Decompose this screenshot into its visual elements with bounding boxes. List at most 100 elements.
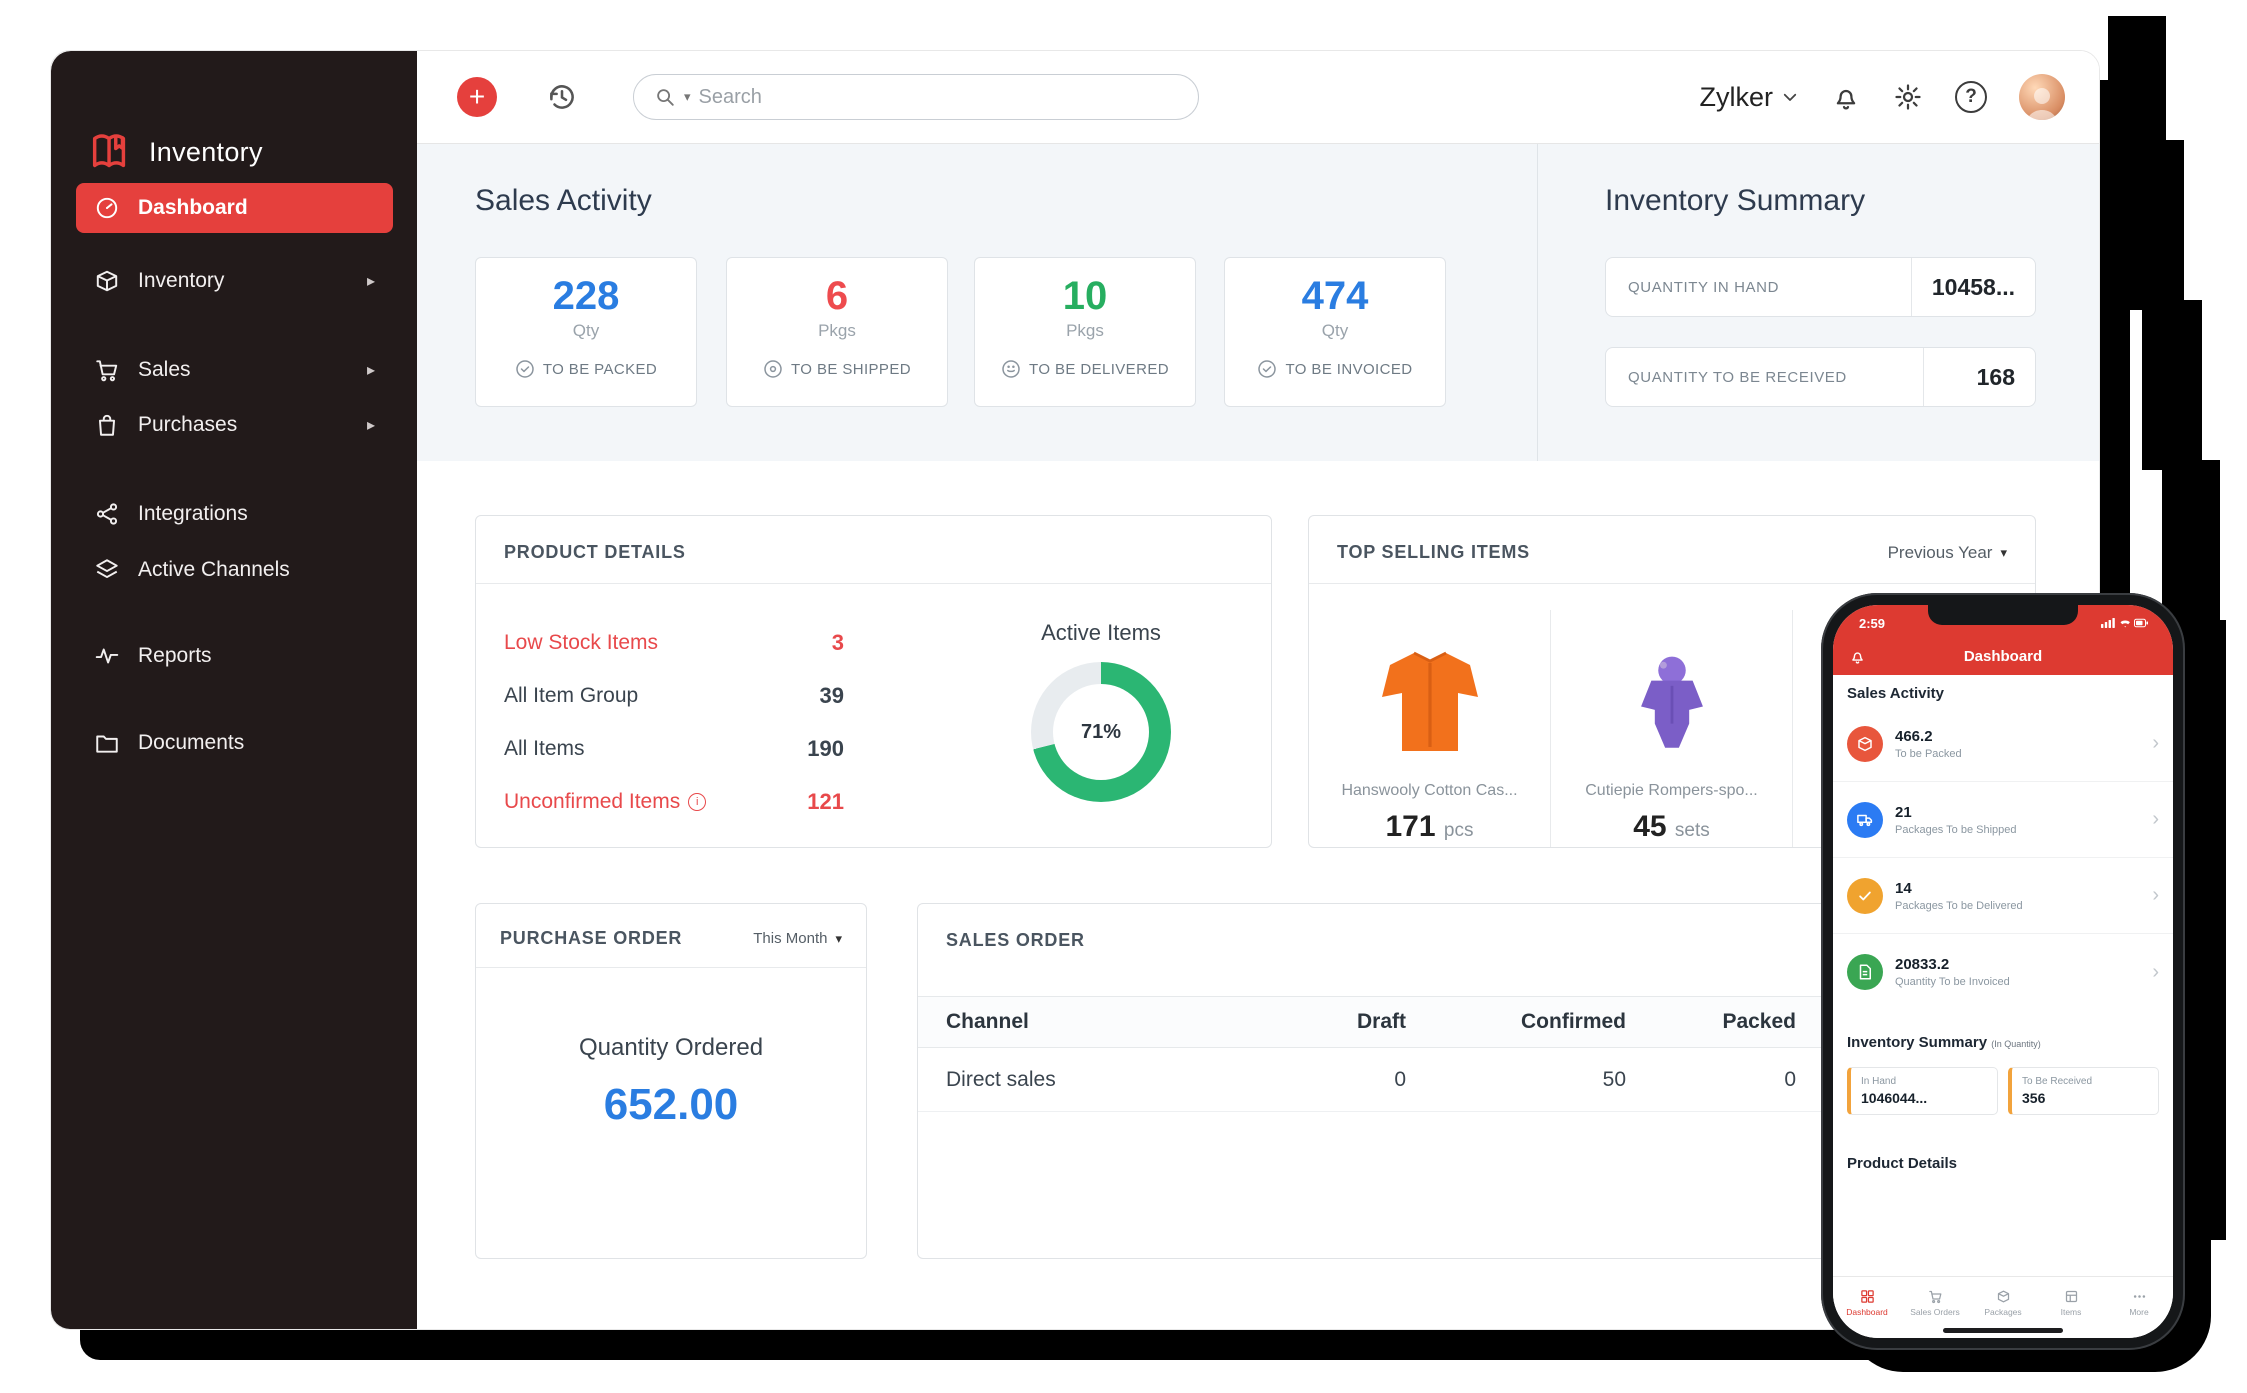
phone-summary-title-text: Inventory Summary [1847, 1034, 1987, 1051]
quantity-in-hand-row[interactable]: QUANTITY IN HAND 10458... [1605, 257, 2036, 317]
check-icon [1847, 878, 1883, 914]
sidebar-item-label: Sales [138, 358, 191, 382]
sidebar-item-integrations[interactable]: Integrations [76, 489, 393, 539]
cell-packed: 0 [1626, 1068, 1796, 1092]
quantity-in-hand-value: 10458... [1911, 258, 2035, 316]
package-icon [1847, 726, 1883, 762]
sales-activity-title: Sales Activity [475, 184, 652, 218]
unconfirmed-items-row[interactable]: Unconfirmed Items i 121 [504, 775, 844, 828]
all-items-value: 190 [807, 736, 844, 762]
top-selling-item[interactable]: Hanswooly Cotton Cas... 171 pcs [1309, 610, 1551, 847]
top-selling-filter[interactable]: Previous Year ▾ [1888, 543, 2007, 563]
item-group-row[interactable]: All Item Group 39 [504, 669, 844, 722]
sidebar-item-label: Reports [138, 644, 212, 668]
active-items-percent: 71% [1031, 662, 1171, 802]
caret-down-icon: ▾ [2000, 545, 2007, 561]
to-be-packed-label: TO BE PACKED [543, 361, 657, 378]
grid-icon [1860, 1289, 1875, 1304]
phone-tab-sales-orders[interactable]: Sales Orders [1901, 1277, 1969, 1328]
to-be-delivered-card[interactable]: 10 Pkgs TO BE DELIVERED [974, 257, 1196, 407]
sidebar-item-label: Active Channels [138, 558, 290, 582]
sidebar-item-sales[interactable]: Sales ▸ [76, 345, 393, 395]
phone-tab-packages[interactable]: Packages [1969, 1277, 2037, 1328]
phone-tab-label: Items [2061, 1307, 2082, 1317]
phone-tab-dashboard[interactable]: Dashboard [1833, 1277, 1901, 1328]
search-input[interactable] [699, 86, 1178, 109]
phone-delivered-label: Packages To be Delivered [1895, 900, 2023, 912]
phone-notch [1928, 605, 2078, 625]
product-unit: pcs [1444, 820, 1474, 841]
gear-icon[interactable] [1893, 82, 1923, 112]
col-draft: Draft [1246, 1010, 1406, 1034]
top-selling-filter-label: Previous Year [1888, 543, 1993, 563]
purchase-order-filter[interactable]: This Month ▾ [753, 930, 842, 947]
phone-tab-more[interactable]: More [2105, 1277, 2173, 1328]
phone-sales-activity-title: Sales Activity [1847, 685, 2159, 702]
phone-row-delivered[interactable]: 14 Packages To be Delivered › [1833, 858, 2173, 934]
all-items-label: All Items [504, 737, 585, 761]
package-icon [1996, 1289, 2011, 1304]
top-selling-item[interactable]: Cutiepie Rompers-spo... 45 sets [1551, 610, 1793, 847]
phone-header: Dashboard [1833, 637, 2173, 675]
product-details-rows: Low Stock Items 3 All Item Group 39 All … [504, 616, 844, 828]
chevron-right-icon: › [2152, 884, 2159, 907]
cell-confirmed: 50 [1406, 1068, 1626, 1092]
chevron-right-icon: › [2152, 961, 2159, 984]
low-stock-row[interactable]: Low Stock Items 3 [504, 616, 844, 669]
sidebar-item-active-channels[interactable]: Active Channels [76, 545, 393, 595]
sidebar-item-purchases[interactable]: Purchases ▸ [76, 400, 393, 450]
phone-invoiced-label: Quantity To be Invoiced [1895, 976, 2010, 988]
unconfirmed-items-value: 121 [807, 789, 844, 815]
phone-tab-items[interactable]: Items [2037, 1277, 2105, 1328]
sidebar-item-documents[interactable]: Documents [76, 718, 393, 768]
phone-bell-icon[interactable] [1849, 648, 1866, 665]
delivered-icon [1001, 359, 1021, 379]
phone-row-shipped[interactable]: 21 Packages To be Shipped › [1833, 782, 2173, 858]
active-items-label: Active Items [996, 620, 1206, 646]
topbar: + ▾ Zylker ? [417, 51, 2100, 144]
org-name: Zylker [1700, 82, 1774, 113]
product-details-title: PRODUCT DETAILS [504, 542, 686, 563]
overview-strip: Sales Activity 228 Qty TO BE PACKED 6 Pk… [417, 144, 2100, 461]
inventory-icon [94, 268, 120, 294]
sidebar-item-dashboard[interactable]: Dashboard [76, 183, 393, 233]
user-avatar[interactable] [2019, 74, 2065, 120]
low-stock-label: Low Stock Items [504, 631, 658, 655]
sales-order-title: SALES ORDER [946, 930, 1085, 951]
item-group-value: 39 [820, 683, 844, 709]
page: Inventory Dashboard Inventory ▸ Sales ▸ … [0, 0, 2247, 1393]
to-be-invoiced-card[interactable]: 474 Qty TO BE INVOICED [1224, 257, 1446, 407]
quantity-to-be-received-value: 168 [1923, 348, 2035, 406]
phone-to-be-received-card[interactable]: To Be Received 356 [2008, 1067, 2159, 1115]
sidebar-item-reports[interactable]: Reports [76, 631, 393, 681]
search-icon [654, 86, 676, 108]
quantity-to-be-received-row[interactable]: QUANTITY TO BE RECEIVED 168 [1605, 347, 2036, 407]
col-packed: Packed [1626, 1010, 1796, 1034]
org-selector[interactable]: Zylker [1700, 82, 1800, 113]
sidebar-item-label: Integrations [138, 502, 248, 526]
phone-in-hand-card[interactable]: In Hand 1046044... [1847, 1067, 1998, 1115]
to-be-invoiced-label: TO BE INVOICED [1285, 361, 1412, 378]
to-be-shipped-card[interactable]: 6 Pkgs TO BE SHIPPED [726, 257, 948, 407]
caret-down-icon: ▾ [835, 931, 842, 947]
help-icon[interactable]: ? [1955, 81, 1987, 113]
phone-row-packed[interactable]: 466.2 To be Packed › [1833, 706, 2173, 782]
app-window: Inventory Dashboard Inventory ▸ Sales ▸ … [50, 50, 2100, 1330]
chevron-right-icon: › [2152, 732, 2159, 755]
to-be-packed-card[interactable]: 228 Qty TO BE PACKED [475, 257, 697, 407]
info-icon[interactable]: i [688, 793, 706, 811]
search-box[interactable]: ▾ [633, 74, 1199, 120]
dashboard-icon [94, 195, 120, 221]
search-scope-caret-icon[interactable]: ▾ [684, 89, 691, 105]
sidebar-item-inventory[interactable]: Inventory ▸ [76, 256, 393, 306]
phone-screen: 2:59 Dashboard Sales Activity 466.2 To b… [1833, 605, 2173, 1338]
sidebar-item-label: Purchases [138, 413, 237, 437]
history-icon[interactable] [545, 80, 579, 114]
phone-home-indicator[interactable] [1943, 1328, 2063, 1333]
phone-row-invoiced[interactable]: 20833.2 Quantity To be Invoiced › [1833, 934, 2173, 1010]
strip-divider [1537, 144, 1538, 461]
bell-icon[interactable] [1831, 82, 1861, 112]
all-items-row[interactable]: All Items 190 [504, 722, 844, 775]
add-button[interactable]: + [457, 77, 497, 117]
phone-header-title: Dashboard [1964, 648, 2042, 665]
